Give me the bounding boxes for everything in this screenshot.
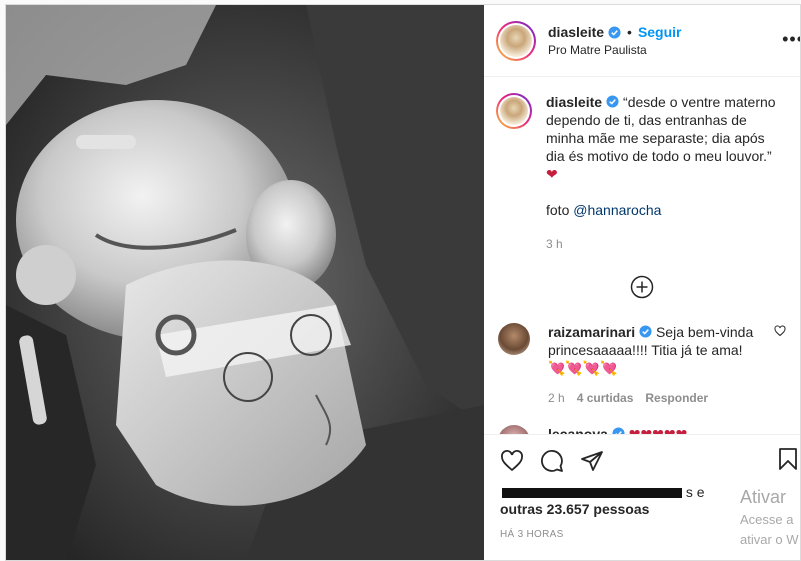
follow-button[interactable]: Seguir bbox=[638, 24, 682, 40]
caption-username[interactable]: diasleite bbox=[546, 94, 602, 110]
author-username[interactable]: diasleite bbox=[548, 24, 604, 40]
action-icons bbox=[500, 441, 784, 481]
comment-likes[interactable]: 4 curtidas bbox=[577, 389, 634, 407]
verified-badge-icon bbox=[608, 25, 621, 39]
comment-meta: 2 h 4 curtidas Responder bbox=[548, 389, 758, 407]
verified-badge-icon bbox=[612, 427, 625, 434]
comment-icon[interactable] bbox=[540, 449, 564, 473]
comment-emoji: 💘💘💘💘 bbox=[548, 360, 618, 376]
share-icon[interactable] bbox=[580, 449, 604, 473]
reply-button[interactable]: Responder bbox=[645, 389, 708, 407]
post-header: diasleite • Seguir Pro Matre Paulista ••… bbox=[484, 5, 800, 77]
comment-item: lecanova ❤❤❤❤❤ bbox=[496, 425, 788, 434]
verified-badge-icon bbox=[606, 95, 619, 108]
comments-section: diasleite “desde o ventre materno depend… bbox=[484, 77, 800, 434]
commenter-username[interactable]: raizamarinari bbox=[548, 324, 635, 340]
windows-activation-watermark: Ativar Acesse a ativar o W bbox=[740, 487, 799, 548]
watermark-title: Ativar bbox=[740, 487, 787, 507]
watermark-line2: ativar o W bbox=[740, 532, 799, 547]
redacted-likers bbox=[502, 488, 682, 499]
more-options-icon[interactable]: ••• bbox=[782, 29, 800, 50]
commenter-username[interactable]: lecanova bbox=[548, 426, 608, 434]
load-more-comments[interactable] bbox=[496, 275, 788, 299]
post-actions: s e outras 23.657 pessoas HÁ 3 HORAS Ati… bbox=[484, 434, 800, 560]
baby-photo-illustration bbox=[6, 5, 484, 560]
commenter-avatar[interactable] bbox=[498, 425, 530, 434]
author-avatar[interactable] bbox=[496, 20, 536, 61]
credit-mention-link[interactable]: @hannarocha bbox=[573, 202, 661, 218]
post-photo[interactable] bbox=[6, 5, 484, 560]
caption-author-avatar[interactable] bbox=[496, 93, 532, 129]
comment-emoji: ❤❤❤❤❤ bbox=[628, 426, 688, 434]
post-location[interactable]: Pro Matre Paulista bbox=[548, 43, 682, 57]
heart-emoji: ❤ bbox=[546, 166, 558, 182]
verified-badge-icon bbox=[639, 325, 652, 338]
post-caption: diasleite “desde o ventre materno depend… bbox=[496, 93, 788, 253]
photo-credit: foto @hannarocha bbox=[546, 201, 776, 219]
instagram-post: diasleite • Seguir Pro Matre Paulista ••… bbox=[5, 4, 801, 561]
caption-time[interactable]: 3 h bbox=[546, 235, 776, 253]
watermark-line1: Acesse a bbox=[740, 512, 794, 527]
bookmark-icon[interactable] bbox=[776, 447, 800, 471]
comment-like-icon[interactable] bbox=[774, 325, 786, 337]
separator-dot: • bbox=[627, 24, 632, 40]
like-heart-icon[interactable] bbox=[500, 449, 524, 473]
comment-time[interactable]: 2 h bbox=[548, 389, 565, 407]
post-side-panel: diasleite • Seguir Pro Matre Paulista ••… bbox=[484, 5, 800, 560]
credit-prefix: foto bbox=[546, 202, 574, 218]
likes-suffix: s e bbox=[685, 484, 705, 500]
load-more-icon[interactable] bbox=[630, 275, 654, 299]
commenter-avatar[interactable] bbox=[498, 323, 530, 355]
comment-item: raizamarinari Seja bem-vinda princesaaaa… bbox=[496, 323, 788, 407]
